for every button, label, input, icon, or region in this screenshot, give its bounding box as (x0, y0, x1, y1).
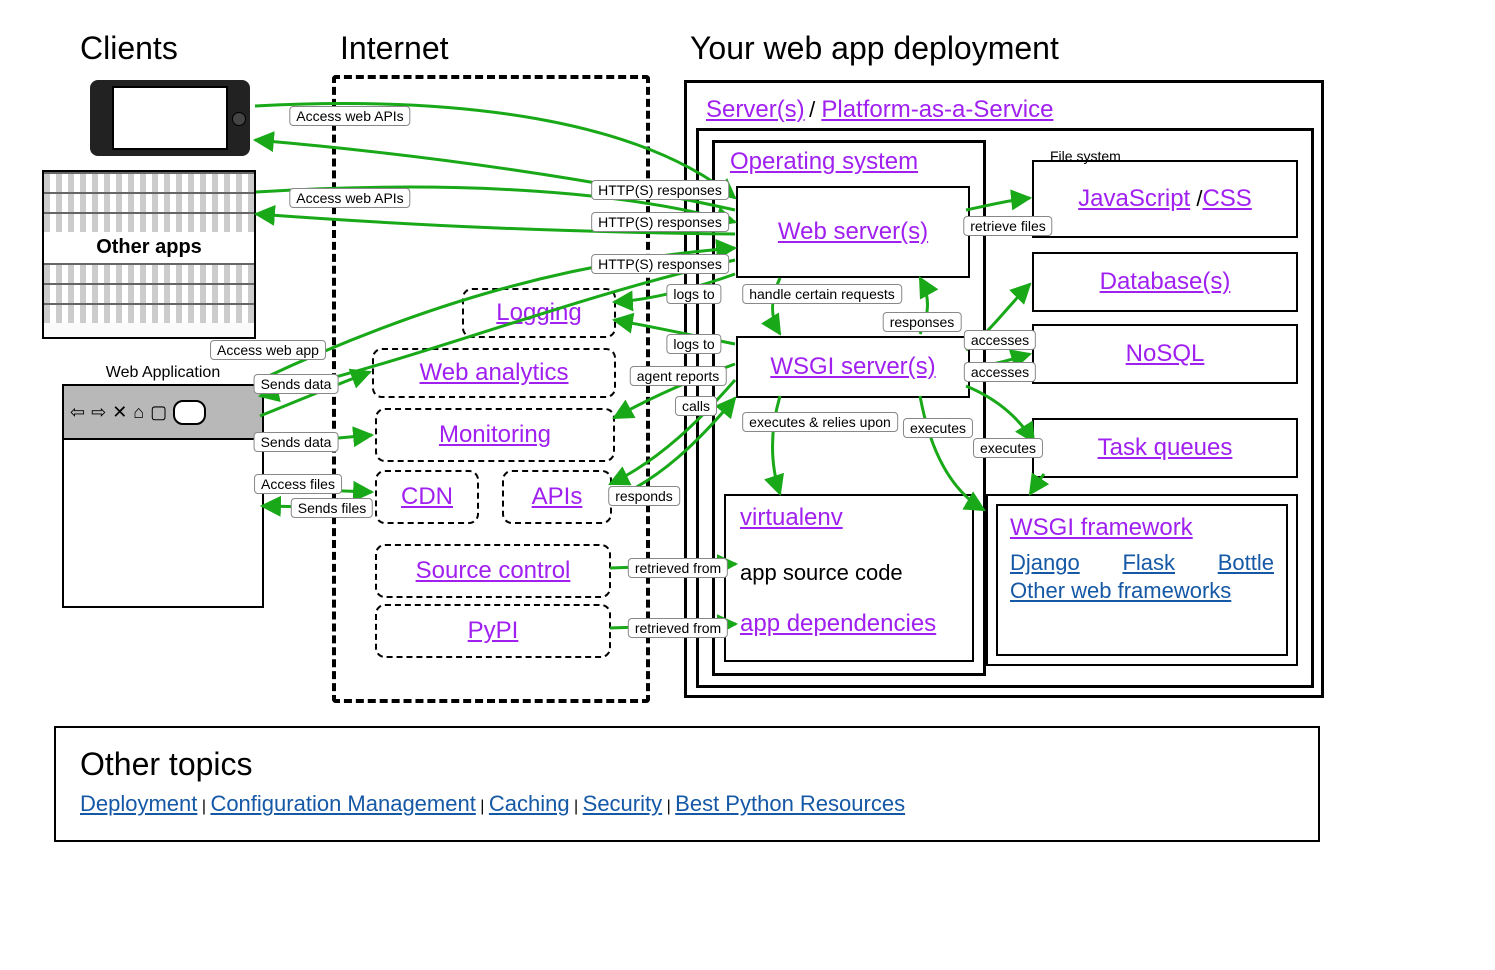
edge-calls: calls (675, 396, 717, 416)
edge-logs-to-2: logs to (666, 334, 721, 354)
edge-http-1: HTTP(S) responses (591, 180, 729, 200)
edge-retrieve-files: retrieve files (963, 216, 1052, 236)
edge-http-3: HTTP(S) responses (591, 254, 729, 274)
edge-exec-relies: executes & relies upon (742, 412, 898, 432)
edge-sends-data-1: Sends data (254, 374, 339, 394)
arrows-layer (0, 0, 1495, 970)
edge-executes-1: executes (903, 418, 973, 438)
edge-access-apis-2: Access web APIs (289, 188, 410, 208)
edge-responds: responds (608, 486, 680, 506)
edge-access-webapp: Access web app (210, 340, 326, 360)
edge-access-apis-1: Access web APIs (289, 106, 410, 126)
edge-executes-2: executes (973, 438, 1043, 458)
edge-sends-data-2: Sends data (254, 432, 339, 452)
architecture-diagram: Clients Internet Your web app deployment… (0, 0, 1495, 970)
edge-retrieved-1: retrieved from (628, 558, 728, 578)
edge-accesses-1: accesses (964, 330, 1036, 350)
edge-responses: responses (883, 312, 962, 332)
edge-handle-req: handle certain requests (742, 284, 902, 304)
edge-logs-to-1: logs to (666, 284, 721, 304)
edge-retrieved-2: retrieved from (628, 618, 728, 638)
edge-accesses-2: accesses (964, 362, 1036, 382)
edge-http-2: HTTP(S) responses (591, 212, 729, 232)
edge-sends-files: Sends files (291, 498, 373, 518)
edge-agent-reports: agent reports (630, 366, 727, 386)
edge-access-files: Access files (254, 474, 342, 494)
